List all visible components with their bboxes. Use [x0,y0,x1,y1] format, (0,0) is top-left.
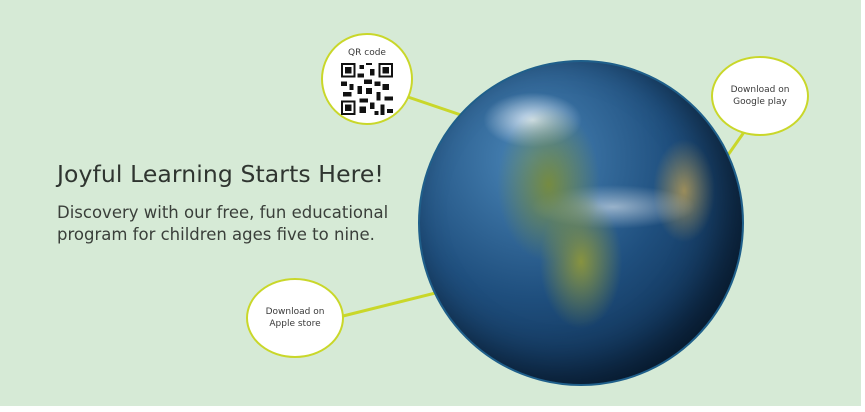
google-play-download-button[interactable]: Download on Google play [711,56,809,136]
apple-store-download-button[interactable]: Download on Apple store [246,278,344,358]
qr-code-bubble[interactable]: QR code [321,33,413,125]
apple-line1: Download on [265,307,325,317]
hero-banner: Joyful Learning Starts Here! Discovery w… [0,0,863,408]
google-line1: Download on [730,85,790,95]
apple-line2: Apple store [269,319,321,329]
earth-globe-image [418,60,744,386]
page-description: Discovery with our free, fun educational… [57,203,389,244]
page-title: Joyful Learning Starts Here! [57,160,384,188]
google-line2: Google play [733,97,787,107]
qr-code-icon [341,63,393,115]
qr-code-label: QR code [348,48,386,58]
